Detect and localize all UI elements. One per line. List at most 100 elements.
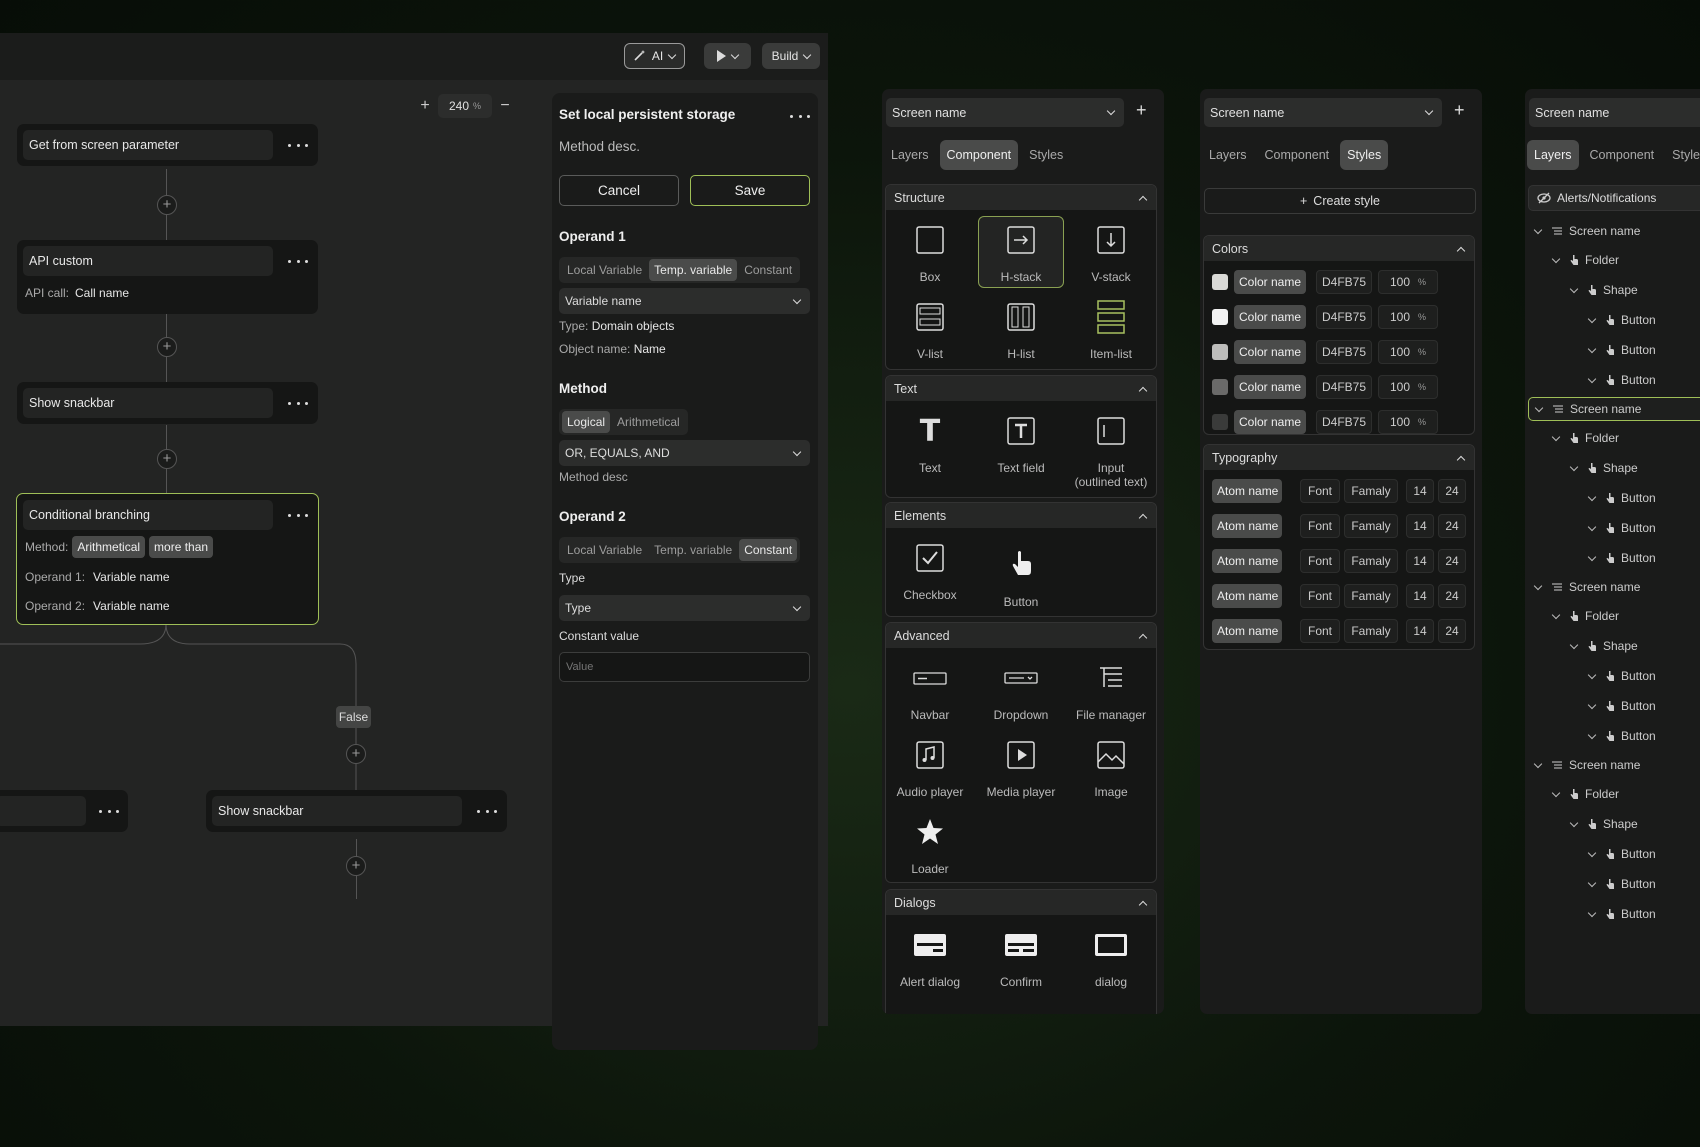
- font-field[interactable]: Font: [1300, 514, 1340, 538]
- flow-node-partial[interactable]: [0, 790, 128, 832]
- color-hex[interactable]: D4FB75: [1316, 375, 1372, 399]
- color-swatch[interactable]: [1212, 379, 1228, 395]
- component-file-manager[interactable]: File manager: [1068, 658, 1154, 722]
- tab-arithmetical[interactable]: Arithmetical: [612, 411, 685, 433]
- flow-node-api-custom[interactable]: API custom API call: Call name: [17, 240, 318, 314]
- chevron-down-icon[interactable]: [1587, 670, 1597, 679]
- chevron-down-icon[interactable]: [1533, 759, 1543, 768]
- atom-name[interactable]: Atom name: [1212, 479, 1282, 503]
- line-height-field[interactable]: 24: [1438, 479, 1466, 503]
- chevron-down-icon[interactable]: [1587, 314, 1597, 323]
- ai-button[interactable]: AI: [624, 43, 685, 69]
- color-name[interactable]: Color name: [1234, 410, 1306, 434]
- line-height-field[interactable]: 24: [1438, 514, 1466, 538]
- screen-select[interactable]: Screen name: [886, 98, 1124, 127]
- component-confirm[interactable]: Confirm: [978, 925, 1064, 989]
- atom-name[interactable]: Atom name: [1212, 549, 1282, 573]
- flow-node-get-parameter[interactable]: Get from screen parameter: [17, 124, 318, 166]
- chevron-down-icon[interactable]: [1587, 522, 1597, 531]
- atom-name[interactable]: Atom name: [1212, 514, 1282, 538]
- tab-temp-variable[interactable]: Temp. variable: [649, 539, 737, 561]
- tab-logical[interactable]: Logical: [562, 411, 611, 433]
- layer-row[interactable]: Button: [1587, 872, 1656, 896]
- layer-row[interactable]: Button: [1587, 902, 1656, 926]
- component-text[interactable]: T Text: [887, 411, 973, 476]
- flow-node-conditional-branching[interactable]: Conditional branching Method: Arithmetic…: [16, 493, 319, 625]
- color-swatch[interactable]: [1212, 344, 1228, 360]
- add-step-button[interactable]: +: [157, 449, 177, 469]
- typography-row[interactable]: Atom name Font Famaly 14 24: [1212, 618, 1466, 644]
- chevron-down-icon[interactable]: [1569, 462, 1579, 471]
- typography-row[interactable]: Atom name Font Famaly 14 24: [1212, 583, 1466, 609]
- color-hex[interactable]: D4FB75: [1316, 270, 1372, 294]
- font-field[interactable]: Font: [1300, 549, 1340, 573]
- family-field[interactable]: Famaly: [1344, 619, 1398, 643]
- typography-row[interactable]: Atom name Font Famaly 14 24: [1212, 548, 1466, 574]
- operand1-variable-select[interactable]: Variable name: [559, 288, 810, 314]
- component-input[interactable]: Input (outlined text): [1068, 411, 1154, 489]
- tab-constant[interactable]: Constant: [739, 539, 798, 561]
- typography-row[interactable]: Atom name Font Famaly 14 24: [1212, 513, 1466, 539]
- component-dialog[interactable]: dialog: [1068, 925, 1154, 989]
- layer-row[interactable]: Shape: [1569, 634, 1638, 658]
- size-field[interactable]: 14: [1406, 584, 1434, 608]
- font-field[interactable]: Font: [1300, 584, 1340, 608]
- tab-component[interactable]: Component: [1258, 140, 1337, 170]
- group-header[interactable]: Dialogs: [886, 890, 1156, 915]
- component-dropdown[interactable]: Dropdown: [978, 658, 1064, 722]
- method-operator-select[interactable]: OR, EQUALS, AND: [559, 440, 810, 466]
- add-step-button[interactable]: +: [346, 856, 366, 876]
- tab-layers[interactable]: Layers: [884, 140, 936, 170]
- color-opacity[interactable]: 100%: [1378, 305, 1438, 329]
- color-row[interactable]: Color name D4FB75 100%: [1212, 304, 1438, 330]
- component-text-field[interactable]: Text field: [978, 411, 1064, 475]
- tab-constant[interactable]: Constant: [739, 259, 797, 281]
- alerts-layer[interactable]: Alerts/Notifications: [1528, 185, 1700, 211]
- group-header[interactable]: Advanced: [886, 623, 1156, 648]
- more-icon[interactable]: [288, 505, 308, 525]
- screen-select[interactable]: Screen name: [1529, 98, 1700, 127]
- chevron-down-icon[interactable]: [1587, 908, 1597, 917]
- tab-component[interactable]: Component: [1583, 140, 1662, 170]
- color-opacity[interactable]: 100%: [1378, 375, 1438, 399]
- component-audio-player[interactable]: Audio player: [887, 735, 973, 799]
- layer-row[interactable]: Screen name: [1533, 753, 1640, 777]
- tab-temp-variable[interactable]: Temp. variable: [649, 259, 738, 281]
- component-item-list[interactable]: Item-list: [1068, 297, 1154, 369]
- component-v-list[interactable]: V-list: [887, 297, 973, 369]
- chevron-down-icon[interactable]: [1587, 878, 1597, 887]
- flow-node-show-snackbar-2[interactable]: Show snackbar: [206, 790, 507, 832]
- chevron-down-icon[interactable]: [1569, 640, 1579, 649]
- typography-row[interactable]: Atom name Font Famaly 14 24: [1212, 478, 1466, 504]
- tab-local-variable[interactable]: Local Variable: [562, 259, 647, 281]
- color-hex[interactable]: D4FB75: [1316, 340, 1372, 364]
- color-opacity[interactable]: 100%: [1378, 410, 1438, 434]
- color-row[interactable]: Color name D4FB75 100%: [1212, 269, 1438, 295]
- line-height-field[interactable]: 24: [1438, 549, 1466, 573]
- layer-row[interactable]: Screen name: [1528, 397, 1700, 421]
- operand2-type-select[interactable]: Type: [559, 595, 810, 621]
- more-icon[interactable]: [288, 251, 308, 271]
- line-height-field[interactable]: 24: [1438, 584, 1466, 608]
- family-field[interactable]: Famaly: [1344, 479, 1398, 503]
- layer-row[interactable]: Button: [1587, 546, 1656, 570]
- chevron-down-icon[interactable]: [1533, 581, 1543, 590]
- layer-row[interactable]: Folder: [1551, 604, 1619, 628]
- family-field[interactable]: Famaly: [1344, 514, 1398, 538]
- size-field[interactable]: 14: [1406, 549, 1434, 573]
- atom-name[interactable]: Atom name: [1212, 619, 1282, 643]
- tab-component[interactable]: Component: [939, 140, 1019, 170]
- color-name[interactable]: Color name: [1234, 375, 1306, 399]
- zoom-out-button[interactable]: −: [492, 97, 518, 115]
- layer-row[interactable]: Button: [1587, 664, 1656, 688]
- color-row[interactable]: Color name D4FB75 100%: [1212, 339, 1438, 365]
- add-screen-button[interactable]: +: [1136, 100, 1147, 121]
- group-header[interactable]: Colors: [1204, 236, 1474, 261]
- build-button[interactable]: Build: [762, 43, 820, 69]
- color-hex[interactable]: D4FB75: [1316, 305, 1372, 329]
- component-navbar[interactable]: Navbar: [887, 658, 973, 722]
- cancel-button[interactable]: Cancel: [559, 175, 679, 206]
- layer-row[interactable]: Shape: [1569, 456, 1638, 480]
- chevron-down-icon[interactable]: [1587, 848, 1597, 857]
- chevron-down-icon[interactable]: [1587, 700, 1597, 709]
